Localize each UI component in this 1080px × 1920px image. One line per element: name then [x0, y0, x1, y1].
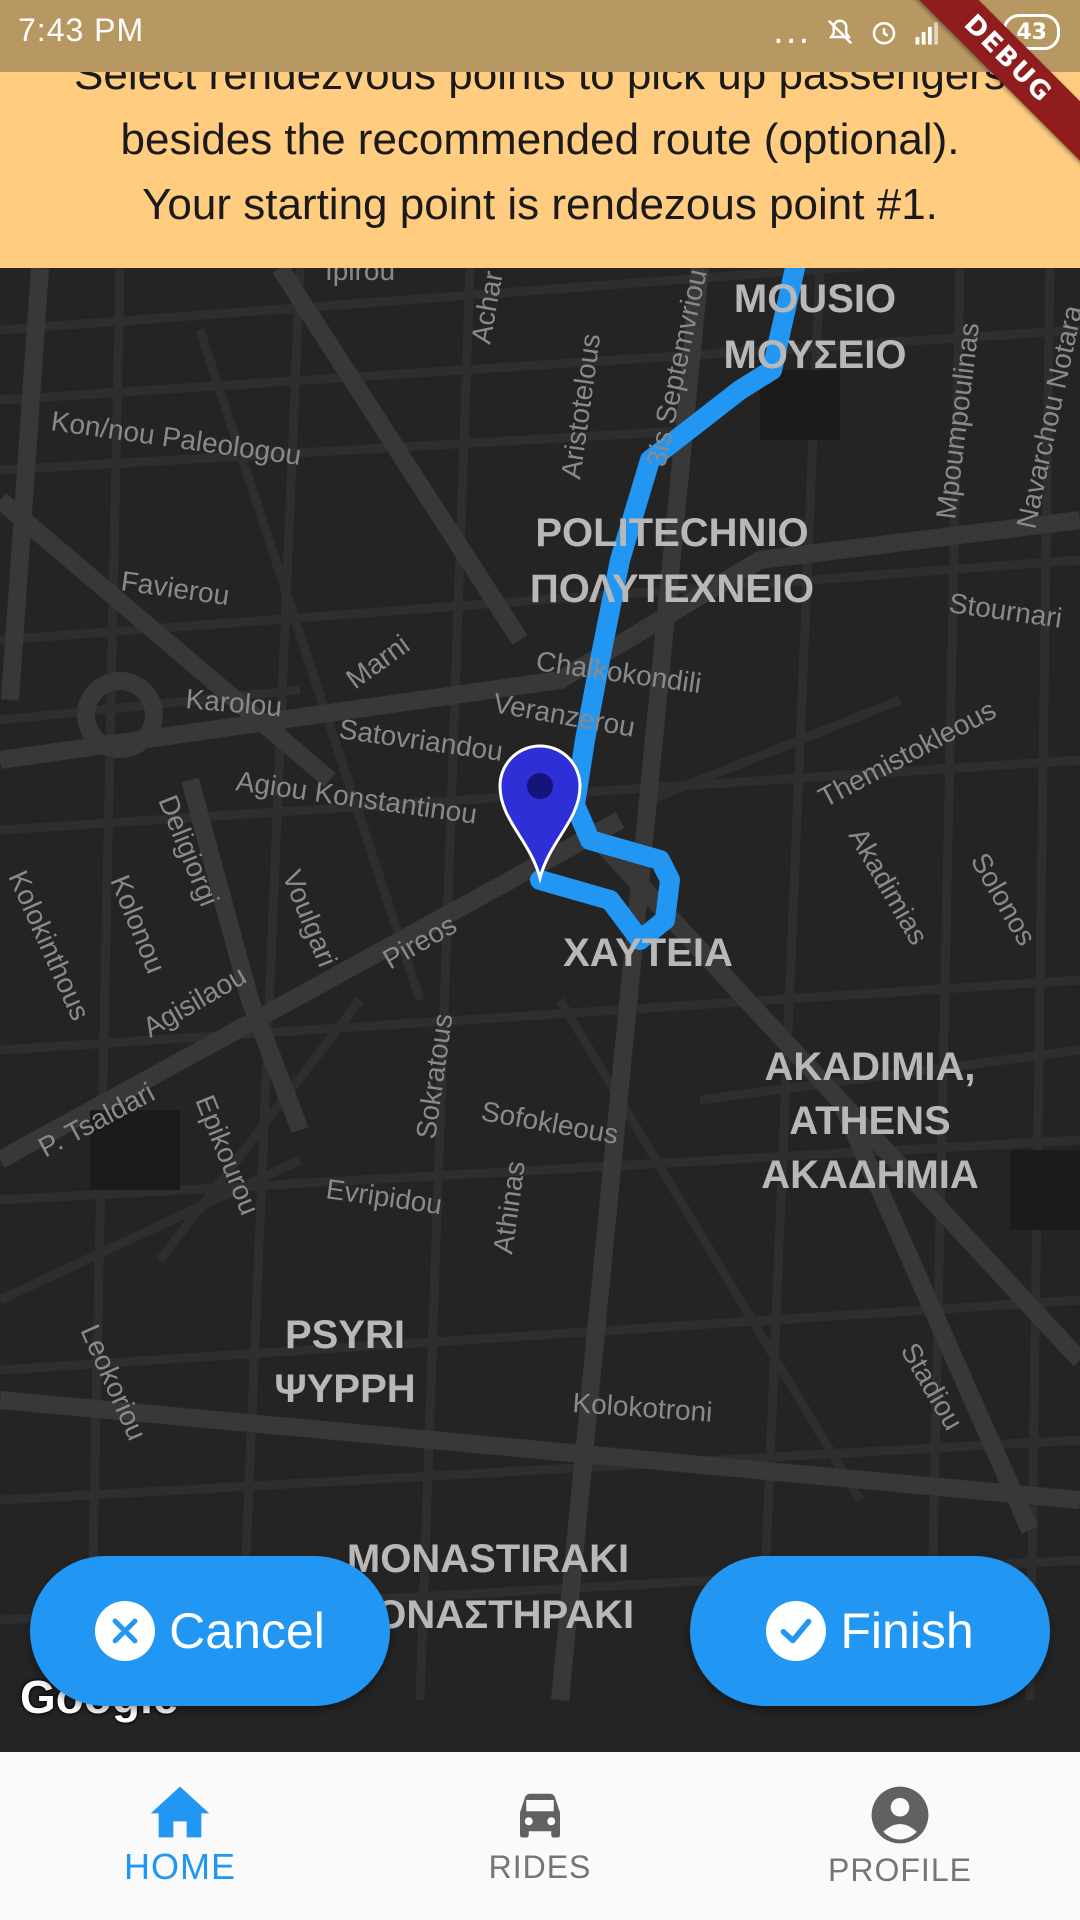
alarm-icon	[873, 22, 896, 45]
cancel-label: Cancel	[169, 1603, 325, 1659]
signal-icon	[915, 22, 939, 45]
status-time: 7:43 PM	[18, 12, 145, 48]
street-label: Sofokleous	[479, 1095, 621, 1150]
street-label: Sokratous	[410, 1012, 458, 1141]
map-view[interactable]: Ipirou Achar Aristotelous 3is Septemvrio…	[0, 268, 1080, 1752]
area-label: ATHENS	[789, 1099, 950, 1143]
street-label: Ipirou	[325, 268, 395, 286]
finish-label: Finish	[840, 1603, 974, 1659]
account-circle-icon	[871, 1786, 929, 1843]
bottom-navigation: HOME RIDES PROFILE	[0, 1752, 1080, 1920]
area-label: ΨΥΡΡΗ	[274, 1367, 415, 1411]
finish-button[interactable]: Finish	[690, 1556, 1050, 1706]
area-label: ΜΟΥΣΕΙΟ	[724, 333, 907, 377]
street-label: Voulgari	[276, 866, 343, 971]
nav-home[interactable]: HOME	[0, 1752, 360, 1920]
area-label: PSYRI	[285, 1313, 405, 1357]
street-label: Kolonou	[104, 871, 171, 978]
street-label: Leokoriou	[75, 1320, 153, 1445]
car-icon	[520, 1793, 560, 1837]
area-label: ΑΚΑΔΗΜΙΑ	[761, 1153, 979, 1197]
home-icon	[150, 1786, 210, 1838]
street-label: 3is Septemvriou	[641, 268, 713, 469]
cancel-icon	[95, 1601, 156, 1661]
map-canvas: Ipirou Achar Aristotelous 3is Septemvrio…	[0, 268, 1080, 1701]
nav-profile-label: PROFILE	[828, 1851, 972, 1888]
cancel-button[interactable]: Cancel	[30, 1556, 390, 1706]
street-label: Veranzerou	[491, 687, 637, 742]
area-label: MOUSIO	[734, 277, 896, 321]
street-label: Akadimias	[843, 823, 934, 950]
overflow-dots: ...	[772, 12, 812, 52]
area-label: MONASTIRAKI	[347, 1537, 629, 1581]
status-bar: 7:43 PM ... 43	[0, 0, 1080, 72]
street-label: Mpoumpoulinas	[930, 321, 985, 521]
instruction-line-2: besides the recommended route (optional)…	[120, 115, 960, 164]
area-label: POLITECHNIO	[535, 511, 808, 555]
instruction-line-3: Your starting point is rendezous point #…	[142, 180, 938, 229]
street-label: Kolokinthous	[3, 866, 97, 1025]
nav-rides[interactable]: RIDES	[360, 1752, 720, 1920]
street-label: Solonos	[965, 848, 1042, 951]
street-label: Marni	[340, 629, 415, 695]
mute-icon	[828, 19, 853, 45]
nav-home-label: HOME	[124, 1846, 236, 1887]
check-icon	[766, 1601, 827, 1661]
area-label: ΧΑΥΤΕΙΑ	[563, 931, 733, 975]
street-label: Themistokleous	[813, 694, 1001, 813]
area-label: ΠΟΛΥΤΕΧΝΕΙΟ	[530, 567, 814, 611]
area-label: AKADIMIA,	[764, 1045, 975, 1089]
instruction-banner: Select rendezvous points to pick up pass…	[0, 50, 1080, 268]
street-label: Aristotelous	[555, 332, 606, 481]
nav-rides-label: RIDES	[488, 1848, 592, 1885]
nav-profile[interactable]: PROFILE	[720, 1752, 1080, 1920]
street-label: Satovriandou	[337, 713, 505, 767]
